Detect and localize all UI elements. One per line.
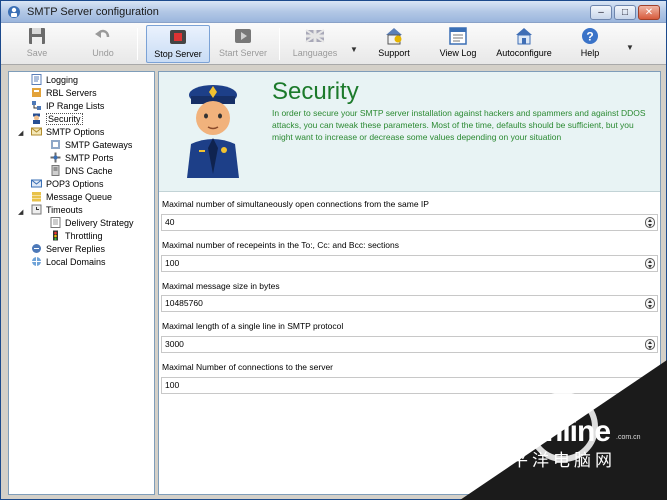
watermark-chinese: 太平洋电脑网 [490, 451, 616, 470]
watermark-domain: .com.cn [616, 434, 641, 441]
watermark-brand: PConline [488, 415, 611, 448]
